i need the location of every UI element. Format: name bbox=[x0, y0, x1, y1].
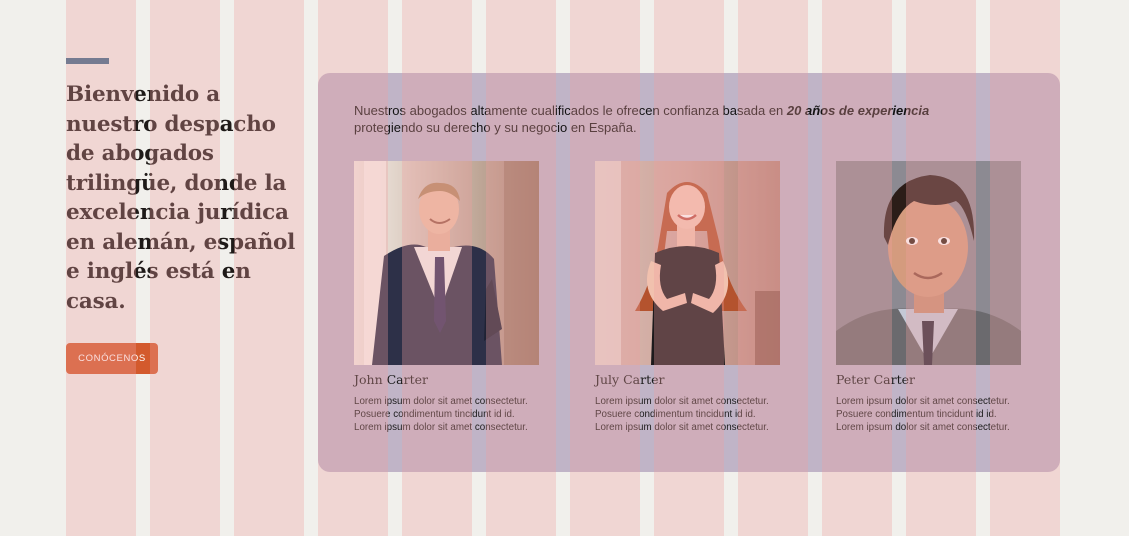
panel-intro: Nuestros abogados altamente cualificados… bbox=[354, 102, 1034, 136]
team-name: John Carter bbox=[354, 372, 428, 387]
description-line: Lorem ipsum dolor sit amet consectetur. bbox=[836, 396, 1010, 407]
description-line: Lorem ipsum dolor sit amet consectetur. bbox=[836, 422, 1010, 434]
peter-carter-photo bbox=[836, 161, 1021, 365]
team-panel: Nuestros abogados altamente cualificados… bbox=[318, 73, 1060, 472]
team-card-john: John Carter Lorem ipsum dolor sit amet c… bbox=[354, 161, 539, 435]
july-carter-photo bbox=[595, 161, 780, 365]
description-line: Lorem ipsum dolor sit amet consectetur. bbox=[354, 396, 528, 407]
intro-emphasis: 20 años de experiencia bbox=[786, 103, 930, 118]
team-card-july: July Carter Lorem ipsum dolor sit amet c… bbox=[595, 161, 780, 435]
team-description: Lorem ipsum dolor sit amet consectetur. … bbox=[595, 395, 785, 435]
description-line: Posuere condimentum tincidunt id id. bbox=[354, 409, 515, 421]
intro-text-2: protegiendo su derecho y su negocio en E… bbox=[354, 120, 637, 135]
team-name: Peter Carter bbox=[836, 372, 916, 387]
conocenos-button[interactable]: CONÓCENOS bbox=[66, 343, 158, 374]
team-name: July Carter bbox=[595, 372, 665, 387]
description-line: Posuere condimentum tincidunt id id. bbox=[836, 409, 997, 421]
john-carter-photo bbox=[354, 161, 539, 365]
team-card-peter: Peter Carter Lorem ipsum dolor sit amet … bbox=[836, 161, 1021, 435]
description-line: Lorem ipsum dolor sit amet consectetur. bbox=[595, 422, 769, 434]
hero-headline: Bienvenido a nuestro despacho de abogado… bbox=[66, 82, 296, 314]
accent-bar bbox=[66, 58, 109, 64]
intro-text: Nuestros abogados altamente cualificados… bbox=[354, 103, 787, 118]
description-line: Lorem ipsum dolor sit amet consectetur. bbox=[354, 422, 528, 434]
team-description: Lorem ipsum dolor sit amet consectetur. … bbox=[836, 395, 1026, 435]
description-line: Lorem ipsum dolor sit amet consectetur. bbox=[595, 396, 769, 407]
description-line: Posuere condimentum tincidunt id id. bbox=[595, 409, 756, 421]
team-description: Lorem ipsum dolor sit amet consectetur. … bbox=[354, 395, 544, 435]
